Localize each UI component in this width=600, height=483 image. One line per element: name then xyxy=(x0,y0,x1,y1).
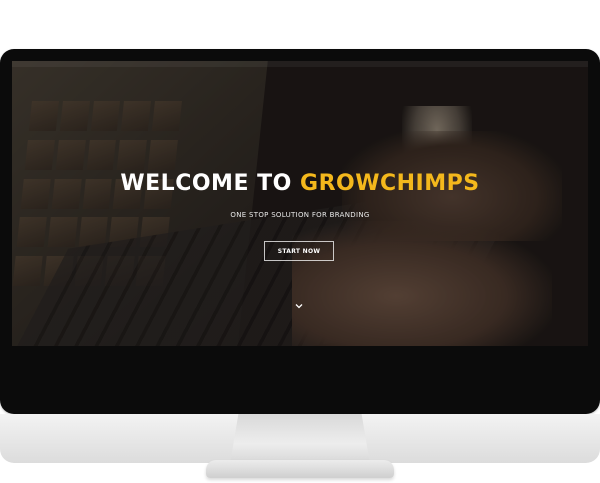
start-now-button[interactable]: START NOW xyxy=(264,241,334,261)
website-screen: WELCOME TO GROWCHIMPS ONE STOP SOLUTION … xyxy=(12,61,588,346)
hero-subtitle: ONE STOP SOLUTION FOR BRANDING xyxy=(230,211,370,219)
monitor-mockup: WELCOME TO GROWCHIMPS ONE STOP SOLUTION … xyxy=(0,0,600,483)
hero-title-prefix: WELCOME TO xyxy=(120,171,292,196)
hero-title: WELCOME TO GROWCHIMPS xyxy=(12,171,588,196)
monitor-stand-base xyxy=(206,460,394,478)
monitor-frame: WELCOME TO GROWCHIMPS ONE STOP SOLUTION … xyxy=(0,49,600,463)
chevron-down-icon[interactable] xyxy=(294,301,304,311)
top-bar xyxy=(12,61,588,67)
hero-title-brand: GROWCHIMPS xyxy=(300,171,480,196)
monitor-stand-neck xyxy=(230,414,370,464)
